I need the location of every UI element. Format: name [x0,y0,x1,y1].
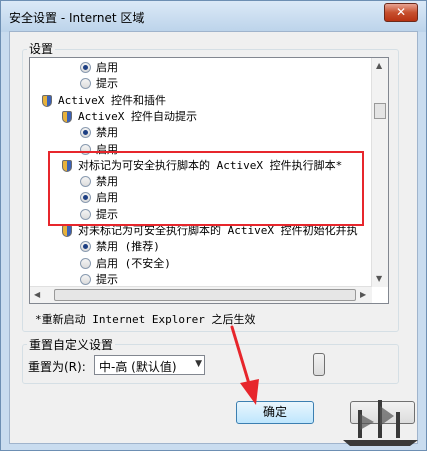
radio-checked-icon[interactable] [80,241,91,253]
scroll-down-icon[interactable]: ▼ [376,274,382,283]
scroll-up-icon[interactable]: ▲ [376,61,382,70]
tree-item-label: 禁用 (推荐) [96,240,160,254]
settings-group-label: 设置 [27,40,56,57]
shield-icon [62,110,72,123]
close-button[interactable]: ✕ [384,3,418,22]
tree-item-label: ActiveX 控件和插件 [58,93,166,107]
horizontal-scroll-thumb[interactable] [54,289,356,301]
horizontal-scrollbar[interactable]: ◀ ▶ [30,286,372,303]
reset-button[interactable] [313,353,325,376]
tree-item-label: 提示 [96,77,118,91]
reset-level-value: 中-高 (默认值) [99,360,177,374]
annotation-arrow-icon [230,325,259,405]
window-title: 安全设置 - Internet 区域 [9,11,145,25]
radio-option[interactable]: 禁用 [30,125,372,141]
highlight-box [48,151,364,226]
vertical-scroll-thumb[interactable] [374,103,386,119]
category-item: ActiveX 控件和插件 [30,93,372,109]
radio-checked-icon[interactable] [80,62,91,73]
scroll-right-icon[interactable]: ▶ [360,290,366,299]
reset-level-select[interactable]: 中-高 (默认值) ▼ [94,355,205,375]
setting-item: ActiveX 控件自动提示 [30,109,372,125]
tree-item-label: 启用 [96,61,118,74]
radio-option[interactable]: 启用 (不安全) [30,256,372,272]
radio-option[interactable]: 启用 [30,60,372,76]
reset-group-label: 重置自定义设置 [27,336,116,353]
tree-item-label: 禁用 [96,126,118,140]
radio-option[interactable]: 禁用 (推荐) [30,239,372,255]
chevron-down-icon[interactable]: ▼ [195,359,202,369]
radio-option[interactable]: 提示 [30,76,372,92]
restart-note: *重新启动 Internet Explorer 之后生效 [35,313,256,326]
reset-to-label: 重置为(R): [28,360,86,374]
tree-item-label: ActiveX 控件自动提示 [78,109,197,123]
tree-item-label: 启用 (不安全) [96,256,171,270]
watermark-logo-icon [343,400,418,446]
shield-icon [62,225,72,237]
shield-icon [42,94,52,107]
vertical-scrollbar[interactable]: ▲ ▼ [371,58,388,287]
scroll-left-icon[interactable]: ◀ [34,290,40,299]
radio-unchecked-icon[interactable] [80,78,91,90]
radio-unchecked-icon[interactable] [80,273,91,285]
radio-checked-icon[interactable] [80,127,91,139]
title-bar: 安全设置 - Internet 区域 ✕ [1,1,426,32]
radio-unchecked-icon[interactable] [80,257,91,269]
